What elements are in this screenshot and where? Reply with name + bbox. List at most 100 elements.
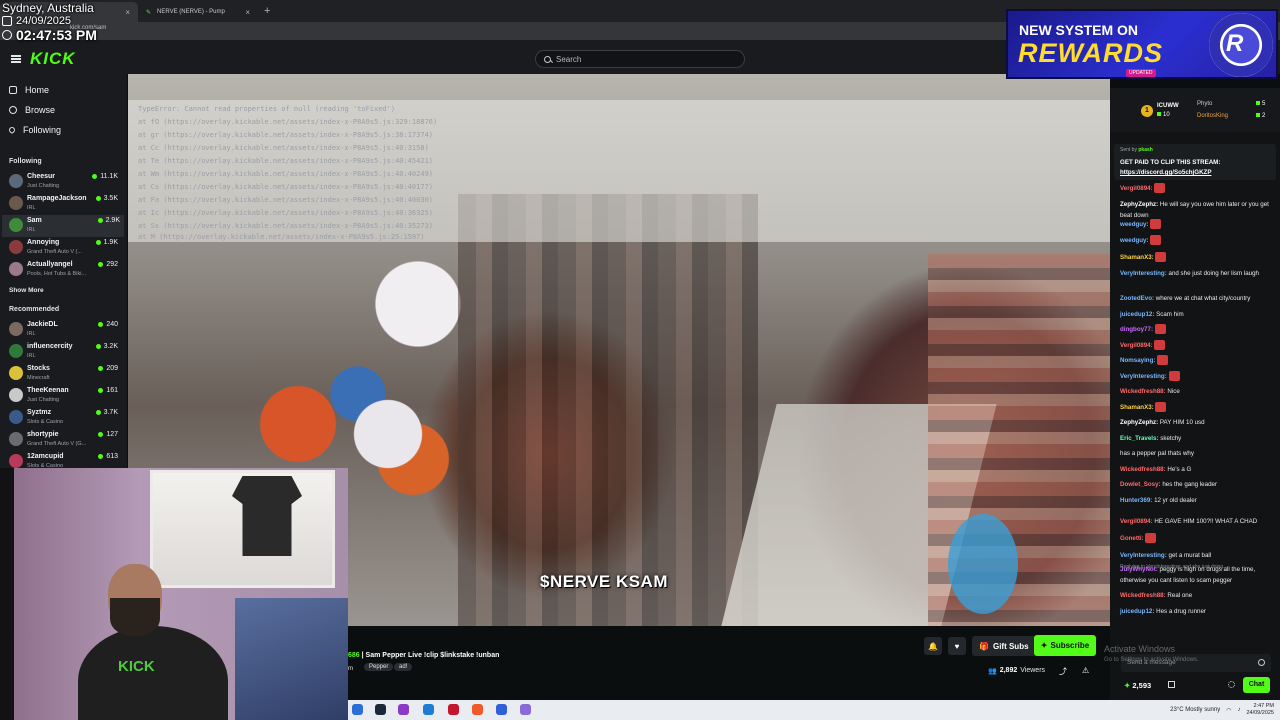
chat-message[interactable]: Wickedfresh88: Nice <box>1120 386 1270 397</box>
chat-message[interactable]: VeryInteresting: get a murat ball <box>1120 550 1270 561</box>
chat-username[interactable]: VeryInteresting: <box>1120 552 1167 559</box>
chat-message[interactable]: weedguy: <box>1120 235 1270 246</box>
chat-message[interactable]: ShamanX3: <box>1120 252 1270 263</box>
chat-username[interactable]: ShamanX3: <box>1120 254 1154 261</box>
chat-message[interactable]: juicedup12: Hes a drug runner <box>1120 606 1270 617</box>
chat-username[interactable]: Eric_Travels: <box>1120 435 1159 442</box>
chat-username[interactable]: weedguy: <box>1120 221 1149 228</box>
sidebar-channel-influencercity[interactable]: influencercity IRL 3.2K <box>9 341 122 363</box>
app-icon[interactable] <box>520 704 531 715</box>
chat-message[interactable]: juicedup12: Scam him <box>1120 309 1270 320</box>
chat-message[interactable]: JulyWhyNot: peggy is high on drugs all t… <box>1120 564 1270 586</box>
channel-points[interactable]: ✦ 2,593 <box>1124 681 1151 690</box>
chat-username[interactable]: dingboy77: <box>1120 326 1153 333</box>
chat-username[interactable]: Wickedfresh88: <box>1120 388 1166 395</box>
chat-username[interactable]: VeryInteresting: <box>1120 270 1167 277</box>
subscribe-button[interactable]: ✦ Subscribe <box>1034 635 1096 656</box>
sidebar-channel-sam[interactable]: Sam IRL 2.9K <box>2 215 124 237</box>
sidebar-channel-syztmz[interactable]: Syztmz Slots & Casino 3.7K <box>9 407 122 429</box>
chat-username[interactable]: Wickedfresh88: <box>1120 466 1166 473</box>
new-tab-button[interactable]: + <box>264 5 270 17</box>
chat-message[interactable]: Vergil0894: <box>1120 183 1270 194</box>
chat-username[interactable]: Wickedfresh88: <box>1120 592 1166 599</box>
chat-username[interactable]: Vergil0894: <box>1120 342 1153 349</box>
chat-username[interactable]: Gonetti: <box>1120 535 1144 542</box>
chat-message[interactable]: Nomsaying: <box>1120 355 1270 366</box>
sidebar-channel-actuallyangel[interactable]: Actuallyangel Pools, Hot Tubs & Biki... … <box>9 259 122 281</box>
pinned-message[interactable]: Sent by pkash GET PAID TO CLIP THIS STRE… <box>1114 144 1276 180</box>
show-more-link[interactable]: Show More <box>9 287 44 294</box>
sidebar-channel-shortypie[interactable]: shortypie Grand Theft Auto V (G... 127 <box>9 429 122 451</box>
chat-message[interactable]: VeryInteresting: <box>1120 371 1270 382</box>
chat-message[interactable]: Dowlet_Sosy: hes the gang leader <box>1120 479 1270 490</box>
nav-following[interactable]: Following <box>7 125 61 135</box>
share-icon[interactable]: ⤴ <box>1059 666 1067 677</box>
chat-username[interactable]: juicedup12: <box>1120 608 1154 615</box>
chat-message[interactable]: ShamanX3: <box>1120 402 1270 413</box>
gear-icon[interactable] <box>1228 681 1235 688</box>
close-icon[interactable]: × <box>125 8 130 17</box>
chat-username[interactable]: Nomsaying: <box>1120 357 1155 364</box>
search-input[interactable]: Search <box>535 50 745 68</box>
sidebar-channel-annoying[interactable]: Annoying Grand Theft Auto V (... 1.9K <box>9 237 122 259</box>
bell-icon[interactable]: 🔔 <box>924 637 942 655</box>
chat-message[interactable]: Vergil0894: <box>1120 340 1270 351</box>
chat-message[interactable]: dingboy77: <box>1120 324 1270 335</box>
chat-message[interactable]: ZootedEvo: where we at chat what city/co… <box>1120 293 1270 304</box>
chat-username[interactable]: ZephyZephz: <box>1120 419 1158 426</box>
sidebar-channel-rampagejackson[interactable]: RampageJackson IRL 3.5K <box>9 193 122 215</box>
chat-username[interactable]: juicedup12: <box>1120 311 1154 318</box>
sidebar-channel-cheesur[interactable]: Cheesur Just Chatting 11.1K <box>9 171 122 193</box>
stream-tag[interactable]: Pepper <box>364 663 394 671</box>
app-icon[interactable] <box>448 704 459 715</box>
chat-message[interactable]: Wickedfresh88: Real one <box>1120 590 1270 601</box>
wifi-icon[interactable]: ◠ <box>1226 707 1231 714</box>
close-icon[interactable]: × <box>245 8 250 17</box>
emoji-icon[interactable] <box>1258 659 1265 666</box>
sidebar-channel-theekeenan[interactable]: TheeKeenan Just Chatting 161 <box>9 385 122 407</box>
chat-message[interactable]: ZephyZephz: PAY HIM 10 usd <box>1120 417 1270 428</box>
volume-icon[interactable]: ♪ <box>1237 707 1240 713</box>
chat-message[interactable]: Eric_Travels: sketchy <box>1120 433 1270 444</box>
edge-icon[interactable] <box>423 704 434 715</box>
chat-username[interactable]: weedguy: <box>1120 237 1149 244</box>
chat-message[interactable]: weedguy: <box>1120 219 1270 230</box>
chat-username[interactable]: Vergil0894: <box>1120 185 1153 192</box>
gift-subs-button[interactable]: 🎁 Gift Subs <box>972 636 1036 656</box>
taskbar-clock[interactable]: 2:47 PM 24/09/2025 <box>1246 703 1274 717</box>
browser-tab-nerve[interactable]: ✎ NERVE (NERVE) - Pump × <box>138 2 258 22</box>
chat-send-button[interactable]: Chat <box>1243 677 1270 693</box>
stream-tag[interactable]: ad! <box>394 663 413 671</box>
chat-message[interactable]: VeryInteresting: and she just doing her … <box>1120 268 1270 279</box>
chat-username[interactable]: ShamanX3: <box>1120 404 1154 411</box>
nav-browse[interactable]: Browse <box>9 105 55 115</box>
steam-icon[interactable] <box>375 704 386 715</box>
chat-username[interactable]: Vergil0894: <box>1120 518 1153 525</box>
weather-text[interactable]: 23°C Mostly sunny <box>1170 707 1220 713</box>
chat-username[interactable]: ZephyZephz: <box>1120 201 1158 208</box>
chat-message[interactable]: ZephyZephz: He will say you owe him late… <box>1120 199 1270 221</box>
nav-home[interactable]: Home <box>9 85 49 95</box>
chat-username[interactable]: VeryInteresting: <box>1120 373 1167 380</box>
menu-icon[interactable] <box>11 55 21 63</box>
chat-message[interactable]: Wickedfresh88: He's a G <box>1120 464 1270 475</box>
chat-message[interactable]: Hunter369: 12 yr old dealer <box>1120 495 1270 506</box>
obs-icon[interactable] <box>398 704 409 715</box>
chat-username[interactable]: Dowlet_Sosy: <box>1120 481 1161 488</box>
start-icon[interactable] <box>352 704 363 715</box>
chat-message[interactable]: Vergil0894: HE GAVE HIM 100?!! WHAT A CH… <box>1120 516 1270 527</box>
report-flag-icon[interactable]: ⚠ <box>1082 666 1089 675</box>
kick-logo[interactable]: KICK <box>30 49 76 69</box>
app-icon[interactable] <box>496 704 507 715</box>
pinned-link[interactable]: https://discord.gg/So5chjGKZP <box>1120 169 1211 176</box>
calendar-icon[interactable] <box>1168 681 1175 688</box>
chat-username[interactable]: ZootedEvo: <box>1120 295 1154 302</box>
heart-follow-icon[interactable]: ♥ <box>948 637 966 655</box>
sidebar-channel-stocks[interactable]: Stocks Minecraft 209 <box>9 363 122 385</box>
brave-icon[interactable] <box>472 704 483 715</box>
chat-username[interactable]: JulyWhyNot: <box>1120 566 1158 573</box>
chat-message[interactable]: has a pepper pal thats why <box>1120 448 1270 459</box>
chat-message[interactable]: Gonetti: <box>1120 533 1270 544</box>
chat-username[interactable]: Hunter369: <box>1120 497 1152 504</box>
sidebar-channel-jackiedl[interactable]: JackieDL IRL 240 <box>9 319 122 341</box>
